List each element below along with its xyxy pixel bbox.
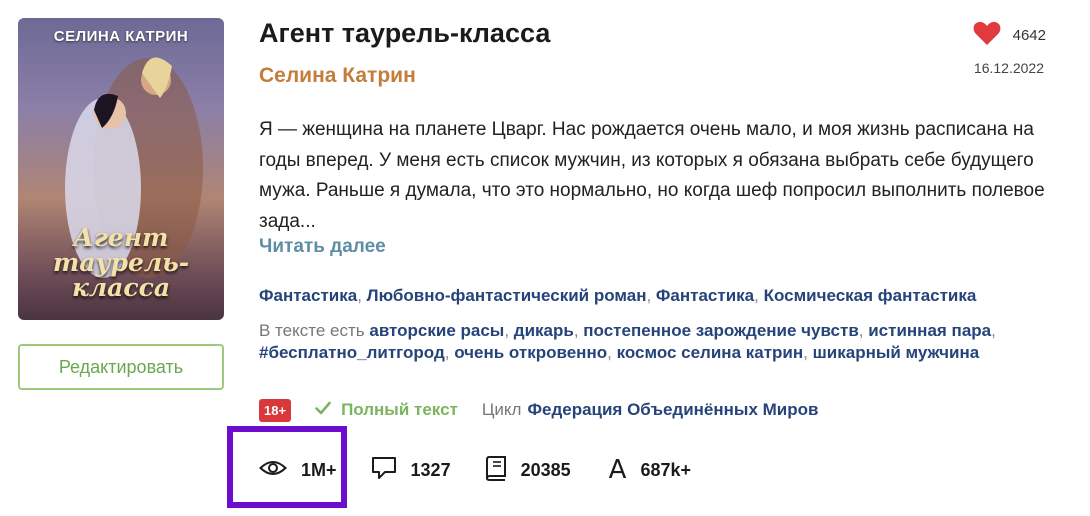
- views-count: 1M+: [301, 459, 337, 480]
- tag-link[interactable]: постепенное зарождение чувств: [583, 321, 859, 340]
- tag-link[interactable]: дикарь: [514, 321, 574, 340]
- likes-count: 4642: [1012, 27, 1046, 44]
- pages-count: 20385: [520, 459, 571, 480]
- tag-link[interactable]: #бесплатно_литгород: [259, 343, 445, 362]
- age-rating-badge: 18+: [259, 398, 292, 422]
- likes[interactable]: 4642: [973, 20, 1046, 51]
- tag-link[interactable]: шикарный мужчина: [813, 343, 980, 362]
- heart-icon[interactable]: [973, 20, 1001, 51]
- tag-link[interactable]: очень откровенно: [454, 343, 607, 362]
- genre-link[interactable]: Любовно-фантастический роман: [367, 286, 647, 305]
- stat-chars: A 687k+: [609, 457, 691, 483]
- cover-author-text: СЕЛИНА КАТРИН: [53, 28, 189, 45]
- book-icon: [485, 455, 507, 486]
- genres-list: Фантастика, Любовно-фантастический роман…: [259, 286, 977, 305]
- book-description: Я — женщина на планете Цварг. Нас рождае…: [259, 119, 1045, 232]
- cycle-link[interactable]: Федерация Объединённых Миров: [527, 400, 818, 420]
- eye-icon: [259, 459, 287, 482]
- genre-link[interactable]: Фантастика: [656, 286, 754, 305]
- check-icon: [315, 400, 331, 420]
- tags-prefix: В тексте есть: [259, 321, 365, 340]
- edit-button[interactable]: Редактировать: [18, 344, 224, 390]
- tags-list: В тексте есть авторские расы, дикарь, по…: [259, 321, 996, 362]
- comment-icon: [371, 456, 397, 485]
- tag-link[interactable]: авторские расы: [369, 321, 504, 340]
- stats-row: 1M+ 1327 20385 A 687k+: [259, 455, 691, 485]
- status-full-text: Полный текст: [315, 400, 458, 420]
- genre-link[interactable]: Фантастика: [259, 286, 357, 305]
- comments-count: 1327: [410, 459, 451, 480]
- stat-comments[interactable]: 1327: [371, 456, 451, 485]
- genre-link[interactable]: Космическая фантастика: [764, 286, 977, 305]
- book-title[interactable]: Агент таурель-класса: [259, 18, 550, 49]
- stat-pages: 20385: [485, 455, 571, 486]
- author-link[interactable]: Селина Катрин: [259, 64, 416, 88]
- cover-title-text: Агент таурель-класса: [52, 223, 190, 302]
- chars-count: 687k+: [640, 459, 691, 480]
- tag-link[interactable]: истинная пара: [868, 321, 991, 340]
- book-cover[interactable]: СЕЛИНА КАТРИН Агент таурель-класса: [18, 18, 224, 320]
- letter-a-icon: A: [608, 455, 627, 485]
- tag-link[interactable]: космос селина катрин: [617, 343, 804, 362]
- status-label: Полный текст: [341, 400, 458, 419]
- stat-views: 1M+: [259, 459, 337, 482]
- cycle-label: Цикл: [481, 400, 522, 419]
- publish-date: 16.12.2022: [973, 60, 1044, 76]
- read-more-link[interactable]: Читать далее: [259, 236, 386, 258]
- meta-row: 18+ Полный текст Цикл Федерация Объединё…: [259, 397, 818, 423]
